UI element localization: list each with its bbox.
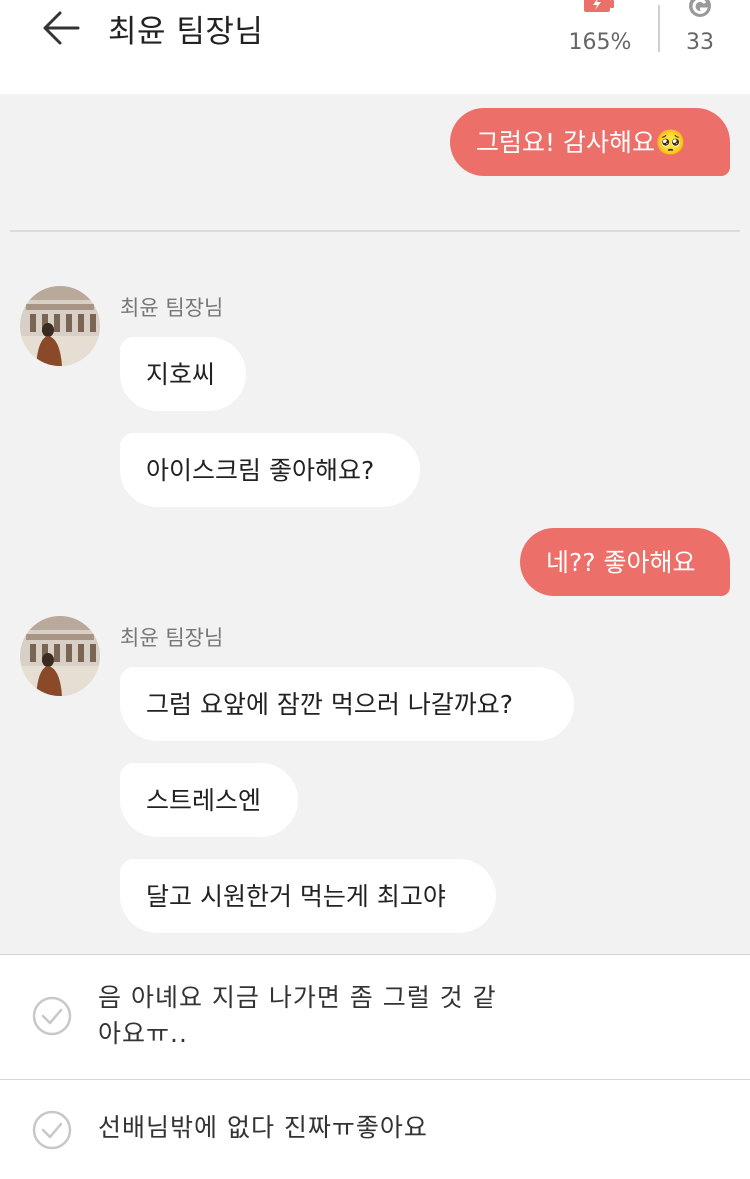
battery-stat[interactable]: 165% bbox=[560, 0, 640, 55]
check-circle-icon bbox=[32, 1110, 72, 1150]
reply-option[interactable]: 음 아녜요 지금 나가면 좀 그럴 것 같아요ㅠ.. bbox=[0, 954, 750, 1079]
incoming-message: 스트레스엔 bbox=[120, 763, 298, 837]
incoming-message: 지호씨 bbox=[120, 337, 246, 411]
back-button[interactable] bbox=[38, 8, 84, 48]
gem-value: 33 bbox=[686, 30, 714, 55]
arrow-left-icon bbox=[43, 11, 80, 45]
avatar[interactable] bbox=[20, 616, 100, 696]
battery-charging-icon bbox=[560, 0, 640, 26]
chat-divider bbox=[10, 230, 740, 232]
sender-name: 최윤 팀장님 bbox=[120, 296, 224, 320]
sender-name: 최윤 팀장님 bbox=[120, 626, 224, 650]
reply-option-text: 음 아녜요 지금 나가면 좀 그럴 것 같아요ㅠ.. bbox=[98, 983, 497, 1048]
incoming-message: 달고 시원한거 먹는게 최고야 bbox=[120, 859, 496, 933]
battery-value: 165% bbox=[568, 30, 632, 55]
incoming-message: 아이스크림 좋아해요? bbox=[120, 433, 420, 507]
avatar[interactable] bbox=[20, 286, 100, 366]
incoming-message: 그럼 요앞에 잠깐 먹으러 나갈까요? bbox=[120, 667, 574, 741]
g-coin-icon bbox=[670, 0, 730, 26]
reply-options: 음 아녜요 지금 나가면 좀 그럴 것 같아요ㅠ.. 선배님밖에 없다 진짜ㅠ좋… bbox=[0, 954, 750, 1179]
gem-stat[interactable]: 33 bbox=[670, 0, 730, 55]
chat-title: 최윤 팀장님 bbox=[108, 14, 264, 50]
chat-area[interactable]: 그럼요! 감사해요🥺 최윤 팀장님 지호씨 아이스크림 좋아해요? 네?? 좋아… bbox=[0, 94, 750, 954]
reply-option[interactable]: 선배님밖에 없다 진짜ㅠ좋아요 bbox=[0, 1080, 750, 1179]
check-circle-icon bbox=[32, 996, 72, 1036]
my-message: 그럼요! 감사해요🥺 bbox=[450, 108, 730, 176]
reply-option-text: 선배님밖에 없다 진짜ㅠ좋아요 bbox=[98, 1113, 428, 1142]
top-bar: 최윤 팀장님 165% 33 bbox=[0, 0, 750, 94]
my-message: 네?? 좋아해요 bbox=[520, 528, 730, 596]
stat-divider bbox=[658, 5, 660, 52]
